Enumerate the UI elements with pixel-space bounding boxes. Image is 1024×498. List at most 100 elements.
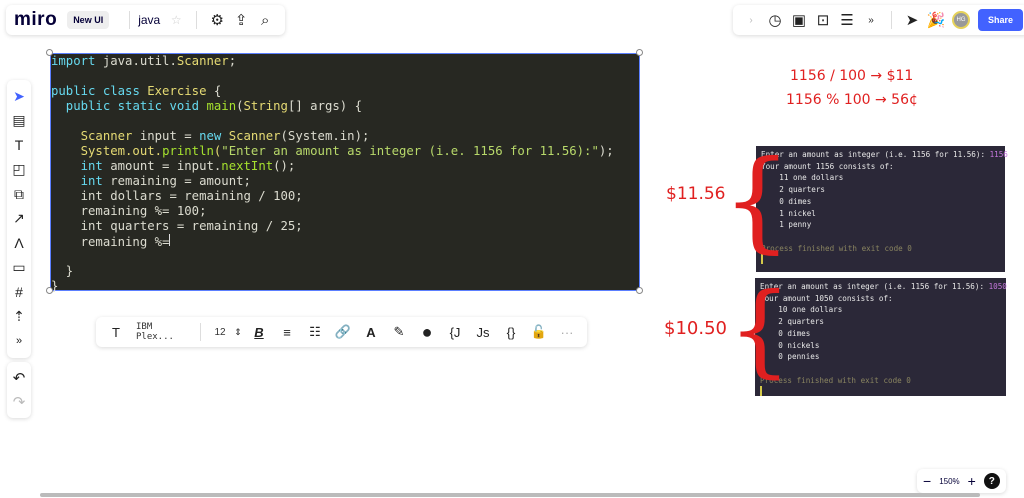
code-token: java.util. <box>102 54 177 68</box>
terminal-input: 1156 <box>989 150 1008 159</box>
zoom-level[interactable]: 150% <box>939 477 959 486</box>
terminal-line: 2 quarters <box>761 185 826 195</box>
divider <box>200 323 201 341</box>
arrow-icon[interactable]: ↗ <box>7 207 31 232</box>
code-line: public static void main(String[] args) { <box>51 99 639 114</box>
font-size-stepper-icon[interactable]: ⇕ <box>231 320 245 344</box>
cursor-icon[interactable]: ➤ <box>7 84 31 109</box>
templates-icon[interactable]: ▤ <box>7 109 31 134</box>
terminal-line: 10 one dollars <box>760 305 843 315</box>
more-options-icon[interactable]: ··· <box>553 320 581 344</box>
code-token: public <box>51 84 103 98</box>
code-line: remaining %= <box>51 234 639 249</box>
font-size-value[interactable]: 12 <box>209 327 231 338</box>
brace-icon: { <box>728 271 792 388</box>
code-line: int dollars = remaining / 100; <box>51 189 639 204</box>
undo-icon[interactable]: ↶ <box>7 366 31 390</box>
star-icon[interactable]: ☆ <box>164 8 188 32</box>
code-line: int quarters = remaining / 25; <box>51 219 639 234</box>
terminal-line: 0 dimes <box>760 328 811 338</box>
avatar[interactable]: HG <box>952 11 970 29</box>
lock-icon[interactable]: 🔓 <box>525 320 553 344</box>
present-icon[interactable]: ⊡ <box>811 8 835 32</box>
fill-color-icon[interactable]: ● <box>413 320 441 344</box>
terminal-prompt-line: Enter an amount as integer (i.e. 1156 fo… <box>761 149 1008 161</box>
text-icon[interactable]: T <box>7 133 31 158</box>
more-icon[interactable]: » <box>7 329 31 354</box>
new-ui-badge[interactable]: New UI <box>67 11 110 29</box>
upload-icon[interactable]: ⇡ <box>7 305 31 330</box>
pen-icon[interactable]: Λ <box>7 231 31 256</box>
code-token: static <box>117 99 170 113</box>
help-button[interactable]: ? <box>983 473 1000 489</box>
note-icon[interactable]: ▣ <box>787 8 811 32</box>
annotation-label-1: $11.56 <box>666 184 726 204</box>
terminal-exit-line: Process finished with exit code 0 <box>761 243 912 253</box>
settings-icon[interactable]: ⚙ <box>205 8 229 32</box>
list-icon[interactable]: ☷ <box>301 320 329 344</box>
code-line: Scanner input = new Scanner(System.in); <box>51 129 639 144</box>
terminal-prompt-line: Enter an amount as integer (i.e. 1156 fo… <box>760 281 1007 293</box>
code-token: (System.in); <box>280 129 370 143</box>
resize-handle[interactable] <box>46 287 53 294</box>
zoom-in-button[interactable]: + <box>968 473 976 489</box>
text-color-icon[interactable]: A <box>357 320 385 344</box>
code-token: public <box>51 99 118 113</box>
terminal-blank <box>761 231 1000 243</box>
code-token: class <box>102 84 148 98</box>
bold-icon[interactable]: B <box>245 320 273 344</box>
highlight-icon[interactable]: ✎ <box>385 320 413 344</box>
terminal-cursor-line <box>760 386 1001 400</box>
link-icon[interactable]: 🔗 <box>329 320 357 344</box>
code-token: remaining %= <box>51 235 170 249</box>
format-toolbar: T IBM Plex... 12 ⇕ B ≡ ☷ 🔗 A ✎ ● {J Js {… <box>96 317 587 347</box>
resize-handle[interactable] <box>636 287 643 294</box>
code-js-icon[interactable]: Js <box>469 320 497 344</box>
code-line: int remaining = amount; <box>51 174 639 189</box>
align-icon[interactable]: ≡ <box>273 320 301 344</box>
font-select[interactable]: IBM Plex... <box>130 322 192 342</box>
comment-icon[interactable]: ▭ <box>7 256 31 281</box>
code-token: remaining %= 100; <box>51 204 207 218</box>
code-line: public class Exercise { <box>51 84 639 99</box>
more-chevron-icon[interactable]: » <box>859 8 883 32</box>
zoom-out-button[interactable]: − <box>923 473 931 489</box>
frame-icon[interactable]: # <box>7 280 31 305</box>
resize-handle[interactable] <box>636 49 643 56</box>
text-cursor <box>169 234 171 246</box>
code-token: Scanner <box>176 54 229 68</box>
code-line: remaining %= 100; <box>51 204 639 219</box>
terminal-blank <box>760 363 1001 375</box>
miro-logo[interactable]: miro <box>14 9 57 31</box>
redo-icon[interactable]: ↷ <box>7 390 31 414</box>
code-token: main <box>206 99 237 113</box>
export-icon[interactable]: ⇪ <box>229 8 253 32</box>
code-language-icon[interactable]: {} <box>497 320 525 344</box>
search-icon[interactable]: ⌕ <box>253 8 277 32</box>
board-name[interactable]: java <box>138 13 160 27</box>
code-block[interactable]: import java.util.Scanner; public class Ex… <box>50 53 640 293</box>
cursor-reactions-icon[interactable]: ➤ <box>900 8 924 32</box>
code-token: import <box>51 54 103 68</box>
brace-icon: { <box>722 136 792 264</box>
collapse-chevron-icon[interactable]: › <box>739 8 763 32</box>
top-left-bar: miro New UI java ☆ ⚙ ⇪ ⌕ <box>6 5 286 35</box>
celebrate-icon[interactable]: 🎉 <box>924 8 948 32</box>
horizontal-scrollbar[interactable] <box>40 493 980 497</box>
code-token: ); <box>598 144 614 158</box>
code-token: nextInt <box>221 159 274 173</box>
code-token: amount = input. <box>110 159 222 173</box>
text-type-icon[interactable]: T <box>102 320 130 344</box>
timer-icon[interactable]: ◷ <box>763 8 787 32</box>
shapes-icon[interactable]: ⧉ <box>7 182 31 207</box>
annotation-modulo: 1156 % 100 → 56¢ <box>786 92 918 108</box>
sticky-note-icon[interactable]: ◰ <box>7 158 31 183</box>
code-json-icon[interactable]: {J <box>441 320 469 344</box>
terminal-line: 11 one dollars <box>761 173 844 183</box>
notes-list-icon[interactable]: ☰ <box>835 8 859 32</box>
share-button[interactable]: Share <box>978 9 1024 31</box>
undo-redo-bar: ↶ ↷ <box>7 362 31 418</box>
resize-handle[interactable] <box>46 49 53 56</box>
